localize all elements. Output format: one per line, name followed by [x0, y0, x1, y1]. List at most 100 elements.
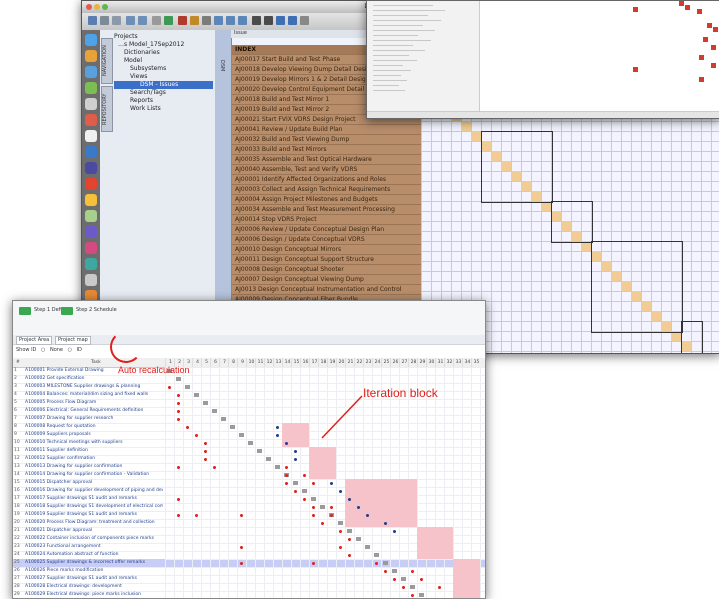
tree-item[interactable]: Model [114, 57, 213, 65]
feedback-dot [285, 442, 288, 445]
task-name: A100004 Balances: material/dim sizing an… [25, 392, 149, 397]
delete-icon[interactable] [178, 16, 187, 25]
zoom-icon[interactable] [226, 16, 235, 25]
app-icon[interactable] [85, 82, 97, 94]
app-icon[interactable] [85, 146, 97, 158]
partition-box [481, 131, 553, 203]
diagonal-mark [257, 449, 262, 453]
task-header: Task [91, 360, 101, 365]
tab-repository[interactable]: REPOSITORY [101, 86, 113, 132]
filter-option-none[interactable]: ○ None [41, 347, 63, 353]
dependency-mark [633, 67, 638, 72]
dependency-dot [177, 466, 180, 469]
sort-icon[interactable] [202, 16, 211, 25]
safari-icon[interactable] [85, 66, 97, 78]
grid-icon[interactable] [264, 16, 273, 25]
prev-icon[interactable] [288, 16, 297, 25]
app-icon[interactable] [85, 274, 97, 286]
row-index: 29 [14, 592, 20, 597]
app-icon[interactable] [85, 98, 97, 110]
next-icon[interactable] [276, 16, 285, 25]
diagonal-mark [293, 481, 298, 485]
finder-icon[interactable] [85, 34, 97, 46]
app-icon[interactable] [85, 50, 97, 62]
list-line [373, 65, 403, 66]
save-icon[interactable] [112, 16, 121, 25]
new-icon[interactable] [88, 16, 97, 25]
tab-project-area[interactable]: Project Area [16, 336, 53, 345]
redo-icon[interactable] [138, 16, 147, 25]
feedback-dot [357, 506, 360, 509]
partition-icon[interactable] [190, 16, 199, 25]
tree-item[interactable]: Work Lists [114, 105, 213, 113]
dependency-dot [186, 426, 189, 429]
task-name: A100026 Piece marks modification [25, 568, 104, 573]
task-name: A100027 Supplier drawings S1 audit and r… [25, 576, 137, 581]
filter-option-id[interactable]: ○ ID [68, 347, 82, 353]
tree-item[interactable]: Projects [114, 33, 213, 41]
app-icon[interactable] [85, 162, 97, 174]
open-icon[interactable] [100, 16, 109, 25]
tree-item[interactable]: …s Model_17Sep2012 [114, 41, 213, 49]
list-line [373, 10, 445, 11]
filter-icon[interactable] [214, 16, 223, 25]
dependency-dot [375, 562, 378, 565]
dependency-dot [177, 498, 180, 501]
arrow-icon[interactable] [238, 16, 247, 25]
expand-icon[interactable] [164, 16, 173, 25]
dependency-matrix[interactable] [165, 367, 485, 598]
diagonal-mark [230, 425, 235, 429]
search-icon[interactable] [152, 16, 161, 25]
task-name: A100013 Drawing for supplier confirmatio… [25, 464, 123, 469]
diagonal-mark [302, 489, 307, 493]
dependency-dot [285, 466, 288, 469]
app-icon[interactable] [85, 194, 97, 206]
row-index: 14 [14, 472, 20, 477]
app-icon[interactable] [85, 210, 97, 222]
iteration-block [345, 479, 417, 527]
task-name: A100017 Supplier drawings S1 audit and r… [25, 496, 137, 501]
calendar-icon[interactable] [85, 114, 97, 126]
row-index: 2 [14, 376, 17, 381]
filter-option-none-label: None [49, 347, 63, 353]
tree-item[interactable]: Subsystems [114, 65, 213, 73]
app-icon[interactable] [85, 226, 97, 238]
app-icon[interactable] [85, 178, 97, 190]
row-index: 18 [14, 504, 20, 509]
row-index: 7 [14, 416, 17, 421]
dependency-dot [285, 474, 288, 477]
tree-item[interactable]: Search/Tags [114, 89, 213, 97]
tree-item[interactable]: Views [114, 73, 213, 81]
task-name: A100024 Automation abstract of function [25, 552, 119, 557]
app-icon[interactable] [85, 130, 97, 142]
task-name: A100028 Electrical drawings: development [25, 584, 122, 589]
task-name: A100007 Drawing for supplier research [25, 416, 114, 421]
row-index: 10 [14, 440, 20, 445]
diagonal-mark [374, 553, 379, 557]
tree-item[interactable]: Reports [114, 97, 213, 105]
row-index: 5 [14, 400, 17, 405]
dependency-dot [303, 474, 306, 477]
settings-icon[interactable] [252, 16, 261, 25]
filter-option-id-label: ID [76, 347, 82, 353]
feedback-dot [330, 482, 333, 485]
tab-navigation[interactable]: NAVIGATION [101, 38, 113, 84]
app-icon[interactable] [85, 242, 97, 254]
list-line [373, 60, 417, 61]
list-line [373, 5, 433, 6]
tree-item-selected[interactable]: DSM - Issues [114, 81, 213, 89]
dependency-dot [312, 506, 315, 509]
more-icon[interactable] [300, 16, 309, 25]
diagonal-cell [471, 131, 481, 141]
tab-project-map[interactable]: Project map [55, 336, 91, 345]
dependency-dot [312, 514, 315, 517]
dependency-dot [204, 442, 207, 445]
undo-icon[interactable] [126, 16, 135, 25]
dependency-dot [177, 394, 180, 397]
step2-button[interactable]: Step 2 Schedule [61, 307, 117, 315]
list-line [373, 40, 431, 41]
tree-item[interactable]: Dictionaries [114, 49, 213, 57]
app-icon[interactable] [85, 258, 97, 270]
row-index: 16 [14, 488, 20, 493]
list-line [373, 30, 435, 31]
